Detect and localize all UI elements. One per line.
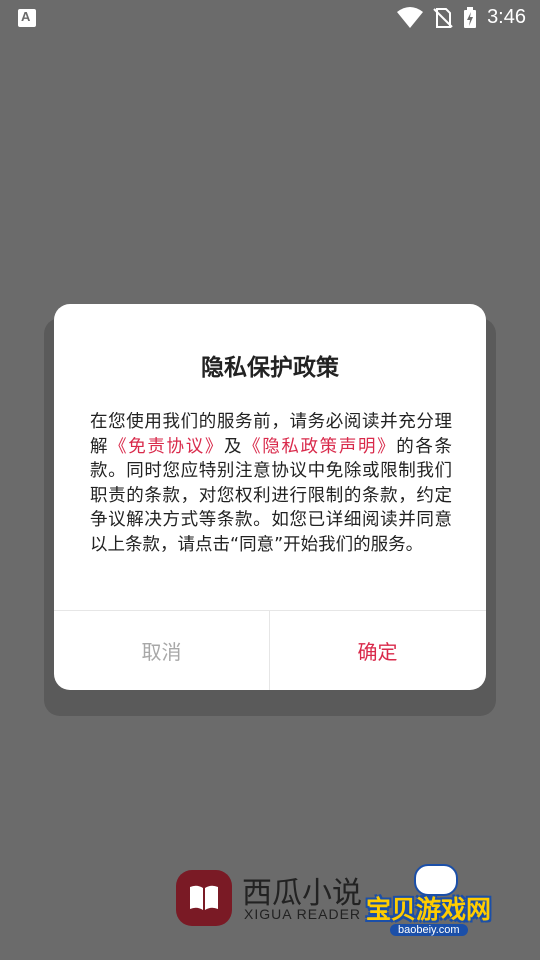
battery-charging-icon [464,6,477,28]
watermark: 宝贝游戏网 baobeiy.com [362,862,508,946]
watermark-url: baobeiy.com [390,924,468,936]
privacy-policy-link[interactable]: 《隐私政策声明》 [243,437,396,457]
body-text: 及 [223,436,244,457]
confirm-button[interactable]: 确定 [270,611,485,690]
watermark-text: 宝贝游戏网 [366,895,492,924]
disclaimer-link[interactable]: 《免责协议》 [109,437,224,457]
app-notification-icon [18,9,36,27]
cancel-button[interactable]: 取消 [54,611,269,690]
book-logo-icon [176,870,232,926]
privacy-dialog: 隐私保护政策 在您使用我们的服务前，请务必阅读并充分理解《免责协议》及《隐私政策… [54,304,486,690]
app-name-en: XIGUA READER [244,906,362,922]
status-bar: 3:46 [0,0,540,36]
dialog-body: 在您使用我们的服务前，请务必阅读并充分理解《免责协议》及《隐私政策声明》的各条款… [90,410,452,557]
dialog-title: 隐私保护政策 [201,355,339,381]
no-sim-icon [433,7,453,28]
clock: 3:46 [487,6,526,28]
wifi-icon [397,6,424,28]
